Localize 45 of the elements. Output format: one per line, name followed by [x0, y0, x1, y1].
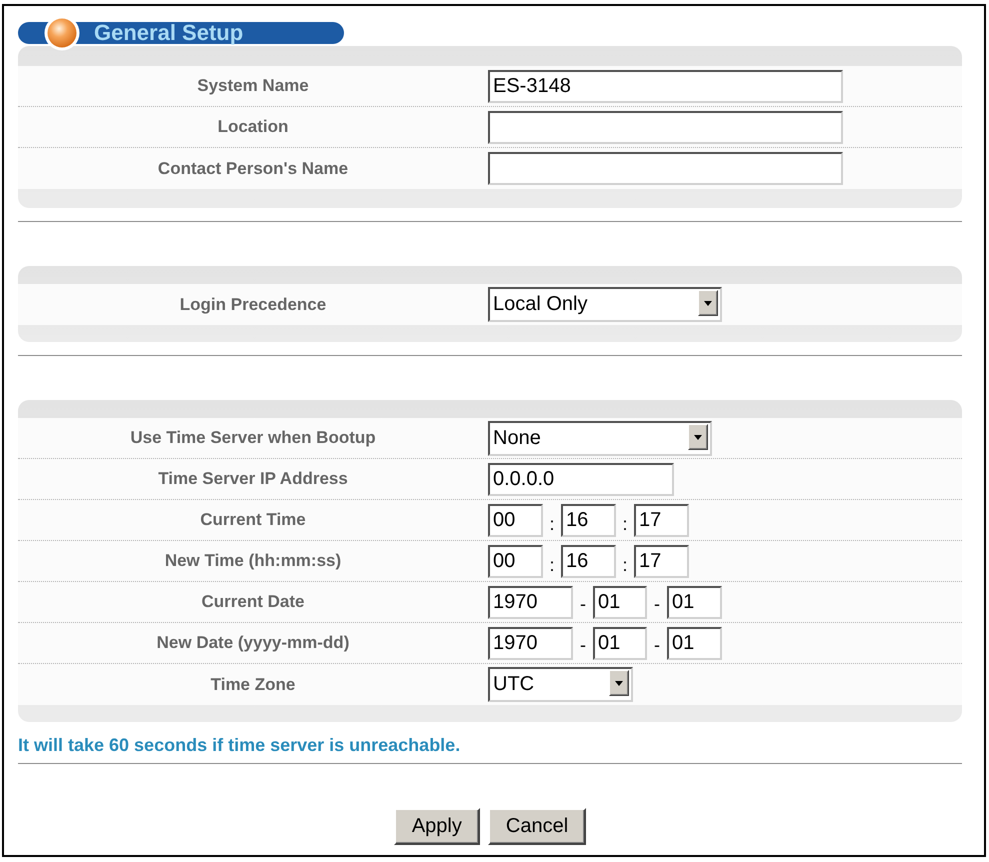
day-input[interactable]: 01: [667, 626, 722, 660]
day-input[interactable]: 01: [667, 586, 722, 618]
page-title: General Setup: [94, 22, 244, 44]
field-label: Login Precedence: [180, 294, 326, 314]
hour-input[interactable]: 00: [488, 504, 543, 536]
dropdown[interactable]: None: [488, 420, 712, 456]
field-label: Time Zone: [210, 674, 296, 694]
apply-button[interactable]: Apply: [394, 808, 480, 845]
time-separator: :: [548, 512, 556, 534]
text-input[interactable]: ES-3148: [488, 70, 843, 102]
minute-input[interactable]: 16: [561, 504, 616, 536]
field-label: Current Date: [202, 592, 304, 612]
caret-icon: [698, 290, 718, 316]
field-label: New Date (yyyy-mm-dd): [156, 633, 350, 653]
hour-input[interactable]: 00: [488, 544, 543, 578]
text-input[interactable]: 0.0.0.0: [488, 462, 674, 496]
date-separator: -: [579, 592, 587, 614]
caret-icon: [609, 670, 629, 696]
month-input[interactable]: 01: [593, 626, 647, 660]
date-separator: -: [579, 634, 587, 656]
second-input[interactable]: 17: [634, 504, 689, 536]
second-input[interactable]: 17: [634, 544, 689, 578]
date-separator: -: [653, 592, 661, 614]
field-label: Location: [218, 117, 288, 137]
time-separator: :: [548, 554, 556, 576]
date-separator: -: [653, 634, 661, 656]
time-separator: :: [621, 554, 628, 576]
field-label: Current Time: [200, 510, 306, 530]
timeout-note: It will take 60 seconds if time server is unreachable.: [18, 734, 462, 756]
field-label: Contact Person's Name: [158, 158, 348, 178]
dropdown[interactable]: Local Only: [488, 287, 722, 322]
year-input[interactable]: 1970: [488, 586, 573, 618]
field-label: New Time (hh:mm:ss): [164, 551, 342, 571]
time-separator: :: [621, 512, 628, 534]
month-input[interactable]: 01: [593, 586, 647, 618]
caret-icon: [688, 424, 708, 450]
dropdown[interactable]: UTC: [488, 667, 633, 702]
cancel-button[interactable]: Cancel: [488, 808, 586, 845]
year-input[interactable]: 1970: [488, 626, 573, 660]
text-input[interactable]: [488, 152, 843, 185]
field-label: System Name: [197, 76, 309, 96]
text-input[interactable]: [488, 110, 843, 144]
field-label: Time Server IP Address: [158, 469, 348, 489]
minute-input[interactable]: 16: [561, 544, 616, 578]
field-label: Use Time Server when Bootup: [130, 428, 376, 448]
